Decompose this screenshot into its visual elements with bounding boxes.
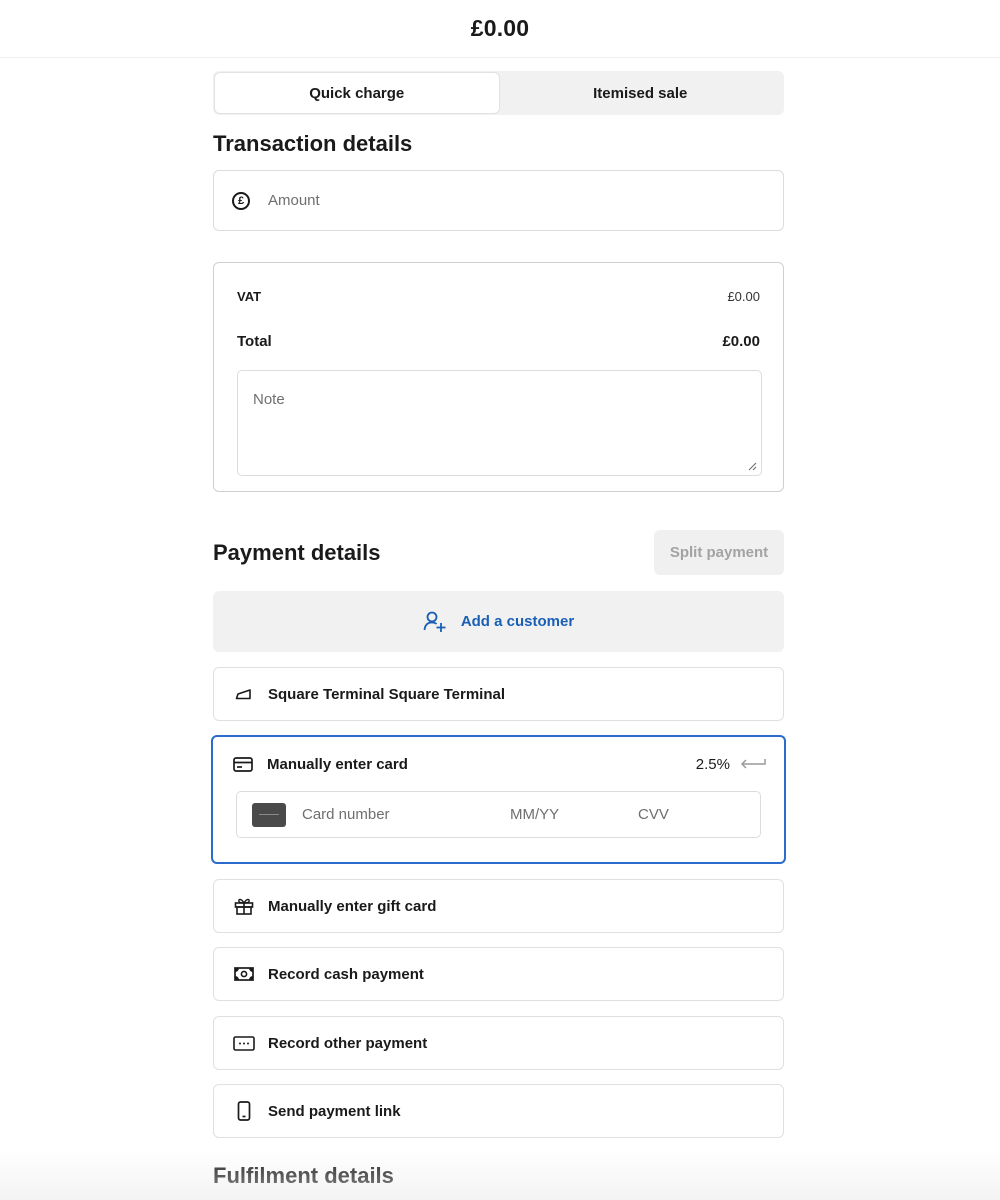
return-arrow-icon	[740, 759, 766, 769]
payment-link-label: Send payment link	[268, 1102, 401, 1120]
amount-input[interactable]: £ Amount	[213, 170, 784, 231]
card-rate-value: 2.5%	[695, 755, 730, 773]
header-amount: £0.00	[470, 15, 530, 41]
cash-icon	[233, 963, 255, 985]
cash-option[interactable]: Record cash payment	[213, 947, 784, 1001]
total-label: Total	[237, 333, 272, 350]
manual-card-label: Manually enter card	[267, 755, 408, 773]
tab-quick-charge[interactable]: Quick charge	[215, 73, 499, 113]
phone-icon	[233, 1100, 255, 1122]
transaction-summary: VAT £0.00 Total £0.00 Note	[213, 262, 784, 492]
top-bar: £0.00	[0, 0, 1000, 58]
terminal-icon	[233, 683, 255, 705]
gift-card-label: Manually enter gift card	[268, 897, 437, 915]
other-payment-icon	[233, 1032, 255, 1054]
total-row: Total £0.00	[237, 333, 760, 350]
resize-handle-icon[interactable]	[748, 462, 757, 471]
card-chip-icon	[252, 802, 286, 827]
cvv-input[interactable]: CVV	[638, 806, 669, 823]
card-entry-field[interactable]: Card number MM/YY CVV	[236, 791, 761, 838]
manual-card-panel[interactable]: Manually enter card 2.5% Card number MM/…	[211, 735, 786, 864]
bottom-fade	[0, 1150, 1000, 1200]
vat-row: VAT £0.00	[237, 289, 760, 304]
sale-type-tabs: Quick charge Itemised sale	[213, 71, 784, 115]
amount-placeholder: Amount	[268, 192, 320, 209]
gift-card-option[interactable]: Manually enter gift card	[213, 879, 784, 933]
note-textarea[interactable]: Note	[237, 370, 762, 476]
payment-link-option[interactable]: Send payment link	[213, 1084, 784, 1138]
split-payment-button[interactable]: Split payment	[654, 530, 784, 575]
cash-label: Record cash payment	[268, 965, 424, 983]
manual-card-header: Manually enter card 2.5%	[232, 753, 766, 775]
card-rate: 2.5%	[696, 756, 766, 773]
add-customer-label: Add a customer	[460, 613, 575, 630]
add-person-icon	[423, 611, 446, 632]
terminal-option[interactable]: Square Terminal Square Terminal	[213, 667, 784, 721]
note-placeholder: Note	[253, 391, 285, 408]
vat-value: £0.00	[727, 289, 760, 304]
pound-circle-icon: £	[232, 191, 250, 210]
payment-details-heading: Payment details	[213, 540, 381, 565]
gift-icon	[233, 895, 255, 917]
terminal-label: Square Terminal Square Terminal	[268, 685, 506, 703]
card-number-input[interactable]: Card number	[302, 806, 510, 823]
expiry-input[interactable]: MM/YY	[510, 806, 638, 823]
fulfilment-details-heading: Fulfilment details	[213, 1163, 394, 1188]
credit-card-icon	[232, 753, 254, 775]
total-value: £0.00	[722, 333, 760, 350]
vat-label: VAT	[237, 289, 262, 304]
other-payment-option[interactable]: Record other payment	[213, 1016, 784, 1070]
transaction-details-heading: Transaction details	[213, 131, 413, 156]
add-customer-button[interactable]: Add a customer	[213, 591, 784, 652]
tab-itemised-sale[interactable]: Itemised sale	[499, 73, 783, 113]
other-payment-label: Record other payment	[268, 1034, 428, 1052]
